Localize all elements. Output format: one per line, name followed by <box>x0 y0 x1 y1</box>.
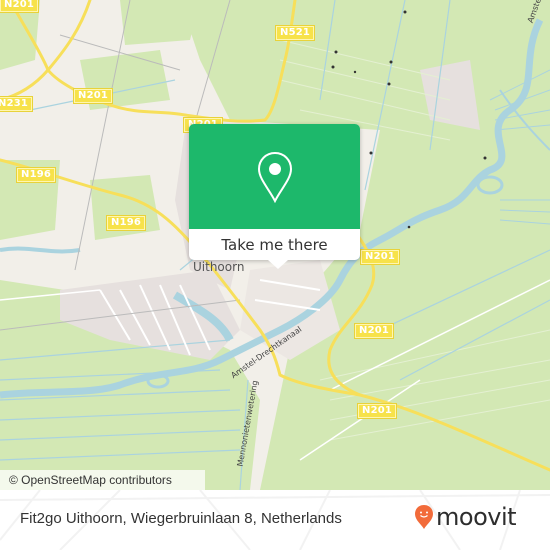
map-pin-icon <box>257 151 292 203</box>
popup-pointer <box>268 260 288 269</box>
road-label-n521: N521 <box>276 26 315 40</box>
popup-header[interactable] <box>189 124 360 229</box>
road-label-n196: N196 <box>17 168 56 182</box>
moovit-logo[interactable]: moovit <box>414 503 517 531</box>
moovit-pin-icon <box>415 505 433 529</box>
place-address: Fit2go Uithoorn, Wiegerbruinlaan 8, Neth… <box>20 510 342 527</box>
road-label-n201: N201 <box>74 89 113 103</box>
moovit-wordmark: moovit <box>436 503 517 531</box>
road-label-n201: N201 <box>358 404 397 418</box>
road-label-n201: N201 <box>361 250 400 264</box>
place-label-uithoorn: Uithoorn <box>193 260 245 274</box>
map-view[interactable]: N201 N231 N201 N521 N201 N196 N196 N201 … <box>0 0 550 490</box>
footer: Fit2go Uithoorn, Wiegerbruinlaan 8, Neth… <box>0 490 550 550</box>
road-label-n201: N201 <box>0 0 39 12</box>
take-me-there-button[interactable]: Take me there <box>189 229 360 260</box>
road-label-n196: N196 <box>107 216 146 230</box>
map-attribution[interactable]: © OpenStreetMap contributors <box>0 470 205 490</box>
directions-popup: Take me there <box>189 124 360 269</box>
road-label-n201: N201 <box>355 324 394 338</box>
road-label-n231: N231 <box>0 97 33 111</box>
